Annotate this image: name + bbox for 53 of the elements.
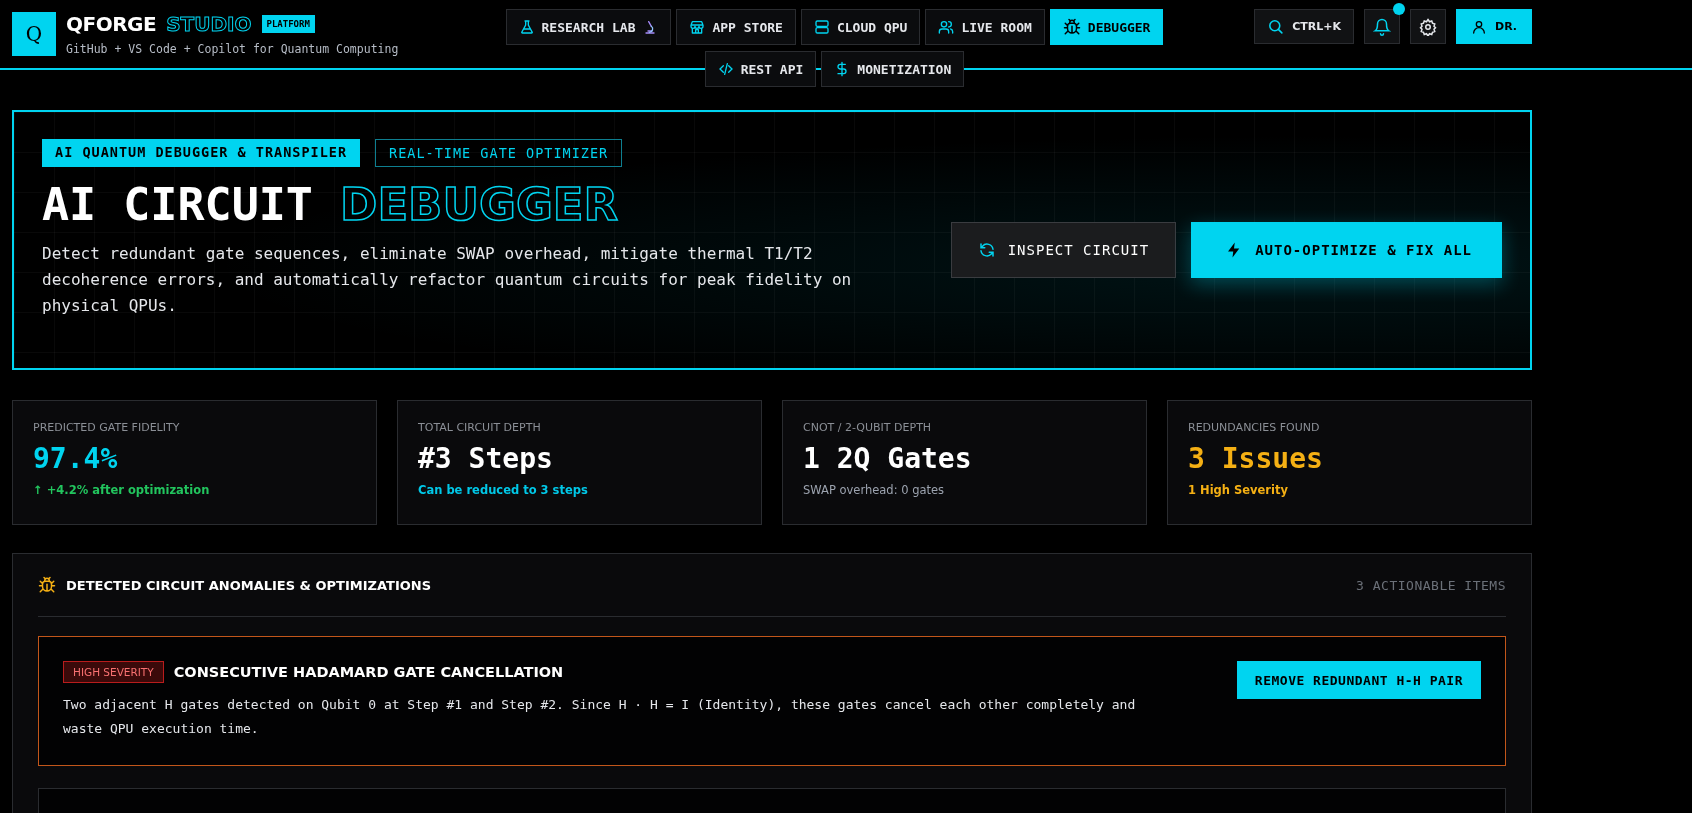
inspect-circuit-button[interactable]: INSPECT CIRCUIT: [950, 222, 1177, 278]
nav-tab[interactable]: MONETIZATION: [821, 51, 965, 87]
bug-icon: [38, 576, 56, 594]
anomaly-title: CONSECUTIVE HADAMARD GATE CANCELLATION: [173, 664, 564, 680]
search-icon: [1267, 18, 1285, 35]
bug-icon: [1062, 18, 1081, 36]
nav-tab[interactable]: RESEARCH LAB: [505, 9, 672, 45]
flask-icon: [518, 19, 535, 35]
store-icon: [689, 19, 706, 35]
brand-name-accent: STUDIO: [166, 12, 252, 36]
nav-tab[interactable]: APP STORE: [676, 9, 796, 45]
stat-value: 3 Issues: [1188, 442, 1324, 475]
nav-tab[interactable]: LIVE ROOM: [925, 9, 1045, 45]
platform-badge: PLATFORM: [261, 15, 315, 33]
code-icon: [717, 61, 734, 77]
stat-value: 97.4%: [33, 442, 119, 475]
anomalies-title: DETECTED CIRCUIT ANOMALIES & OPTIMIZATIONS: [66, 577, 431, 593]
user-icon: [1471, 18, 1487, 35]
stat-note: 1 High Severity: [1188, 483, 1289, 497]
nav-tab[interactable]: DEBUGGER: [1049, 9, 1164, 45]
stat-label: CNOT / 2-QUBIT DEPTH: [803, 421, 933, 434]
hero-tag: REAL-TIME GATE OPTIMIZER: [375, 139, 623, 167]
actionable-count: 3 ACTIONABLE ITEMS: [1356, 577, 1506, 593]
severity-badge: HIGH SEVERITY: [63, 661, 164, 683]
anomaly-description: Two adjacent H gates detected on Qubit 0 at Step #1 and Step #2. Since H · H = I (Identity), these gates cancel each other completely and waste QPU execution time.: [63, 696, 1137, 738]
stat-label: PREDICTED GATE FIDELITY: [33, 421, 181, 434]
nav-tab[interactable]: CLOUD QPU: [800, 9, 921, 45]
hero-tag: AI QUANTUM DEBUGGER & TRANSPILER: [42, 139, 361, 167]
hero-title-accent: DEBUGGER: [340, 178, 619, 231]
stat-label: TOTAL CIRCUIT DEPTH: [418, 421, 542, 434]
stat-label: REDUNDANCIES FOUND: [1188, 421, 1321, 434]
user-button[interactable]: DR.: [1456, 9, 1532, 44]
users-icon: [938, 19, 955, 35]
logo[interactable]: Q: [12, 12, 56, 56]
brand-tagline: GitHub + VS Code + Copilot for Quantum Computing: [66, 42, 399, 56]
bell-icon: [1373, 17, 1391, 36]
notifications-button[interactable]: [1364, 9, 1400, 44]
fix-button[interactable]: REMOVE REDUNDANT H-H PAIR: [1236, 661, 1481, 699]
search-button[interactable]: CTRL+K: [1254, 9, 1354, 44]
stat-note: Can be reduced to 3 steps: [418, 483, 589, 497]
hero-title: AI CIRCUIT: [42, 178, 313, 231]
settings-icon: [1419, 17, 1437, 36]
stat-value: 1 2Q Gates: [803, 442, 973, 475]
stat-note: SWAP overhead: 0 gates: [803, 483, 946, 497]
stat-note: ↑ +4.2% after optimization: [33, 483, 211, 497]
brand-name: QFORGE: [66, 12, 157, 36]
stat-value: #3 Steps: [418, 442, 554, 475]
nav-tab[interactable]: REST API: [704, 51, 817, 87]
hero-description: Detect redundant gate sequences, eliminate SWAP overhead, mitigate thermal T1/T2 decoherence errors, and automatically refactor quantum circuits for peak fidelity on physical QPUs.: [42, 242, 853, 317]
auto-optimize-button[interactable]: AUTO-OPTIMIZE & FIX ALL: [1191, 222, 1502, 278]
refresh-icon: [977, 241, 996, 259]
settings-button[interactable]: [1410, 9, 1446, 44]
server-icon: [813, 19, 830, 35]
